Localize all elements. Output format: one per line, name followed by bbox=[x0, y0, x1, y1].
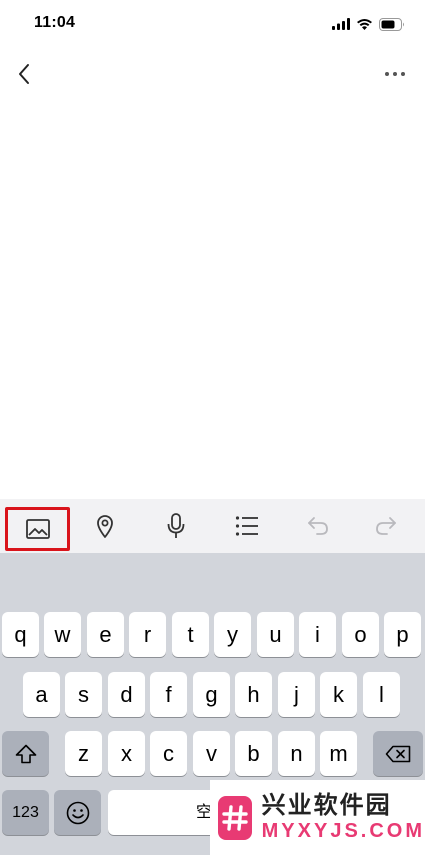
redo-button[interactable] bbox=[356, 499, 416, 553]
wifi-icon bbox=[357, 19, 372, 30]
insert-image-button[interactable] bbox=[5, 507, 70, 551]
watermark-logo bbox=[218, 795, 252, 840]
key-p[interactable]: p bbox=[384, 612, 421, 657]
key-h[interactable]: h bbox=[235, 672, 272, 717]
key-f[interactable]: f bbox=[150, 672, 187, 717]
key-q[interactable]: q bbox=[2, 612, 39, 657]
delete-icon bbox=[385, 745, 411, 762]
location-pin-icon bbox=[97, 515, 113, 538]
key-m[interactable]: m bbox=[320, 731, 357, 776]
key-v[interactable]: v bbox=[193, 731, 230, 776]
key-k[interactable]: k bbox=[320, 672, 357, 717]
key-t[interactable]: t bbox=[172, 612, 209, 657]
more-horizontal-icon bbox=[385, 72, 405, 76]
insert-location-button[interactable] bbox=[75, 499, 135, 553]
watermark-domain: MYXYJS.COM bbox=[261, 819, 425, 842]
key-s[interactable]: s bbox=[65, 672, 102, 717]
watermark-title: 兴业软件园 bbox=[261, 792, 392, 820]
status-bar: 11:04 bbox=[0, 0, 425, 48]
note-editor[interactable] bbox=[0, 100, 425, 499]
shift-icon bbox=[15, 744, 36, 763]
battery-icon bbox=[379, 17, 404, 31]
emoji-key[interactable] bbox=[54, 790, 101, 835]
key-o[interactable]: o bbox=[342, 612, 379, 657]
image-icon bbox=[25, 519, 50, 539]
key-w[interactable]: w bbox=[44, 612, 81, 657]
key-x[interactable]: x bbox=[108, 731, 145, 776]
key-b[interactable]: b bbox=[235, 731, 272, 776]
status-icons bbox=[332, 16, 405, 32]
undo-button[interactable] bbox=[288, 499, 348, 553]
watermark-text: 兴业软件园 MYXYJS.COM bbox=[261, 792, 425, 842]
key-l[interactable]: l bbox=[363, 672, 400, 717]
emoji-icon bbox=[66, 801, 89, 824]
key-u[interactable]: u bbox=[257, 612, 294, 657]
hash-icon bbox=[222, 804, 248, 831]
watermark: 兴业软件园 MYXYJS.COM bbox=[210, 780, 425, 855]
list-icon bbox=[235, 516, 258, 536]
status-time: 11:04 bbox=[34, 14, 76, 31]
back-button[interactable] bbox=[8, 58, 40, 90]
nav-bar bbox=[0, 48, 425, 100]
key-e[interactable]: e bbox=[87, 612, 124, 657]
key-c[interactable]: c bbox=[150, 731, 187, 776]
voice-input-button[interactable] bbox=[146, 499, 206, 553]
key-z[interactable]: z bbox=[65, 731, 102, 776]
redo-icon bbox=[376, 517, 396, 535]
key-i[interactable]: i bbox=[299, 612, 336, 657]
signal-icon bbox=[332, 18, 350, 30]
key-y[interactable]: y bbox=[214, 612, 251, 657]
key-g[interactable]: g bbox=[193, 672, 230, 717]
delete-key[interactable] bbox=[373, 731, 423, 776]
numbers-key[interactable]: 123 bbox=[2, 790, 49, 835]
chevron-left-icon bbox=[19, 64, 29, 84]
key-n[interactable]: n bbox=[278, 731, 315, 776]
undo-icon bbox=[308, 517, 328, 535]
more-button[interactable] bbox=[379, 58, 411, 90]
shift-key[interactable] bbox=[2, 731, 49, 776]
microphone-icon bbox=[167, 513, 185, 538]
editor-toolbar bbox=[0, 499, 425, 553]
key-d[interactable]: d bbox=[108, 672, 145, 717]
key-a[interactable]: a bbox=[23, 672, 60, 717]
key-j[interactable]: j bbox=[278, 672, 315, 717]
key-r[interactable]: r bbox=[129, 612, 166, 657]
list-button[interactable] bbox=[217, 499, 277, 553]
